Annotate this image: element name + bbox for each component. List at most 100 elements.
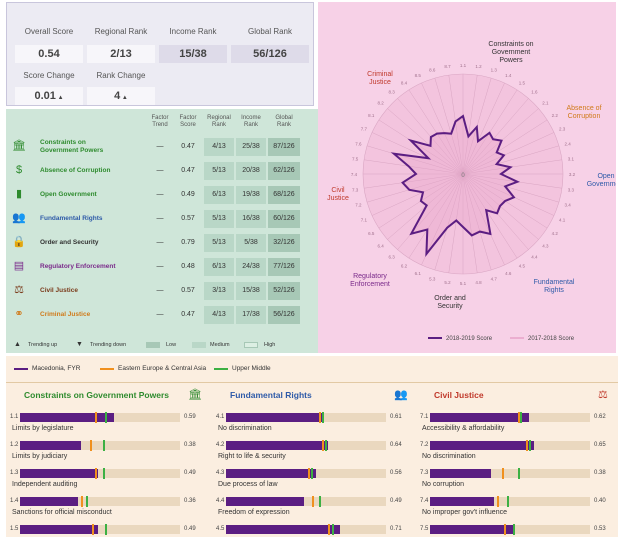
bar-fill (20, 525, 99, 534)
radar-chart: 1.1 1.2 1.3 1.4 1.5 1.6 2.1 2.2 2.3 2.4 3.1 3.2 3.3 3… (327, 41, 616, 342)
subfactor-bars-panel: Macedonia, FYR Eastern Europe & Central … (6, 356, 618, 537)
subfactor-number: 1.1 (10, 414, 19, 420)
subfactor-number: 7.2 (420, 442, 429, 448)
factor-row[interactable]: 🔒 Order and Security — 0.79 5/13 5/38 32/126 (6, 231, 342, 255)
radar-tick-label: 1.3 (491, 67, 498, 72)
subfactor-value: 0.64 (390, 442, 402, 448)
subfactor-value: 0.62 (594, 414, 606, 420)
regional-rank-value: 2/13 (87, 45, 155, 63)
subfactor-number: 7.5 (420, 526, 429, 532)
bar-fill (20, 497, 78, 506)
subfactor-label: Freedom of expression (218, 509, 290, 516)
radar-tick-label: 7.5 (352, 156, 359, 161)
factor-row[interactable]: 👥 Fundamental Rights — 0.57 5/13 16/38 60/126 (6, 207, 342, 231)
radar-tick-label: 8.4 (401, 80, 408, 85)
factor-row[interactable]: ⚖ Civil Justice — 0.57 3/13 15/38 52/126 (6, 279, 342, 303)
subfactor-value: 0.59 (184, 414, 196, 420)
income-marker (104, 412, 107, 423)
factor-row[interactable]: 🏛 Constraints on Government Powers — 0.47 4/… (6, 135, 342, 159)
radar-tick-label: 2.3 (559, 127, 566, 132)
radar-tick-label: 1.2 (475, 64, 482, 69)
region-marker (95, 468, 98, 479)
radar-axis-label-order: Order and Security (434, 295, 466, 310)
subfactor-number: 7.4 (420, 498, 429, 504)
building-icon: 🏛 (12, 140, 26, 152)
subfactor-label: Accessibility & affordability (422, 425, 505, 432)
income-rank: 15/38 (236, 282, 266, 300)
factor-row[interactable]: $ Absence of Corruption — 0.47 5/13 20/38 62/1… (6, 159, 342, 183)
region-marker (322, 440, 324, 451)
income-marker (513, 524, 516, 535)
radar-tick-label: 2.1 (542, 101, 549, 106)
radar-tick-label: 8.1 (368, 113, 375, 118)
radar-tick-label: 4.3 (542, 243, 549, 248)
factor-row[interactable]: ▮ Open Government — 0.49 6/13 19/38 68/126 (6, 183, 342, 207)
subfactor-label: No improper gov't influence (422, 509, 507, 516)
income-rank: 25/38 (236, 138, 266, 156)
radar-tick-label: 1.6 (531, 90, 538, 95)
radar-axis-label-civil: Civil Justice (327, 187, 349, 202)
income-rank: 19/38 (236, 186, 266, 204)
subfactor-number: 1.2 (10, 442, 19, 448)
rank-change-value: 4 ▲ (87, 87, 155, 105)
radar-axis-label-regulatory: Regulatory Enforcement (350, 273, 390, 288)
subfactor-value: 0.53 (594, 526, 606, 532)
scales-icon: ⚖ (598, 389, 608, 401)
factor-score: 0.47 (181, 143, 195, 150)
legend-current-label: 2018-2019 Score (446, 336, 493, 342)
global-rank-label: Global Rank (247, 27, 293, 36)
bar-fill (226, 413, 324, 422)
subfactor-value: 0.38 (594, 470, 606, 476)
factor-trend: — (156, 167, 164, 174)
factor-name: Open Government (40, 191, 97, 198)
subfactor-group-title: Constraints on Government Powers (24, 390, 169, 400)
region-marker (497, 496, 500, 507)
income-marker (529, 440, 532, 451)
factor-name: Absence of Corruption (40, 167, 111, 174)
income-marker (331, 524, 334, 535)
subfactor-value: 0.38 (184, 442, 196, 448)
bar-fill (20, 469, 99, 478)
regional-rank: 4/13 (204, 306, 234, 324)
income-rank: 20/38 (236, 162, 266, 180)
subfactor-label: Limits by judiciary (12, 453, 68, 460)
bar-fill (430, 497, 494, 506)
radar-tick-label: 4.2 (552, 231, 559, 236)
factor-score: 0.48 (181, 263, 195, 270)
region-marker (526, 440, 528, 451)
region-marker (502, 468, 504, 479)
legend-previous-label: 2017-2018 Score (528, 336, 575, 342)
region-marker (80, 496, 83, 507)
bar-fill (430, 413, 530, 422)
radar-tick-label: 3.2 (569, 172, 576, 177)
subfactor-value: 0.49 (390, 498, 402, 504)
subfactor-label: No corruption (422, 481, 465, 488)
bar-fill (20, 441, 81, 450)
radar-tick-label: 7.1 (361, 217, 368, 222)
factor-name: Criminal Justice (40, 311, 91, 318)
factor-row[interactable]: ▤ Regulatory Enforcement — 0.48 6/13 24/38 77/… (6, 255, 342, 279)
divider (6, 382, 618, 383)
document-icon: ▤ (13, 260, 25, 272)
subfactor-value: 0.49 (184, 470, 196, 476)
subfactor-label: Limits by legislature (12, 425, 74, 432)
bar-fill (20, 413, 115, 422)
income-rank-value: 15/38 (159, 45, 227, 63)
factor-table: Factor Trend Factor Score Regional Rank … (6, 109, 342, 353)
radar-tick-label: 7.4 (351, 172, 358, 177)
bar-fill (430, 469, 491, 478)
subfactor-group-title: Fundamental Rights (230, 390, 312, 400)
radar-tick-label: 1.1 (460, 63, 467, 68)
factor-row[interactable]: ⚭ Criminal Justice — 0.47 4/13 17/38 56/126 (6, 303, 342, 327)
legend-income-swatch (214, 368, 228, 370)
factor-trend: — (156, 143, 164, 150)
subfactor-number: 7.1 (420, 414, 429, 420)
region-marker (92, 524, 94, 535)
radar-tick-label: 5.1 (460, 281, 467, 286)
subfactor-label: No discrimination (422, 453, 476, 460)
legend-country: Macedonia, FYR (32, 365, 81, 372)
income-rank: 17/38 (236, 306, 266, 324)
legend-region-swatch (100, 368, 114, 370)
legend-trending-down: Trending down (90, 342, 127, 348)
subfactor-group-title: Civil Justice (434, 390, 484, 400)
